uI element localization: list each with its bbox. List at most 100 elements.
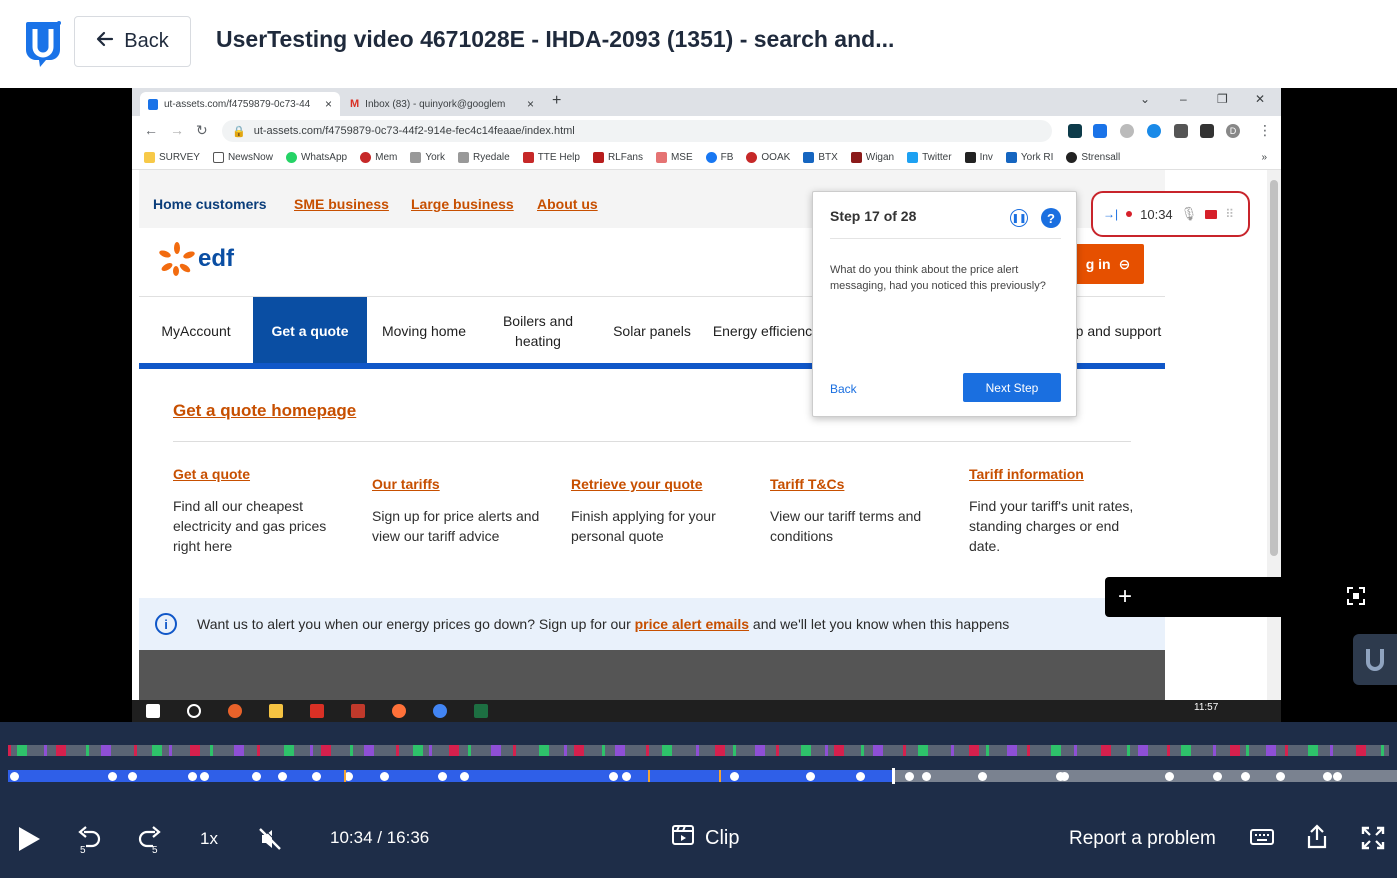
event-segment[interactable] [646,745,649,756]
note-marker[interactable] [10,772,19,781]
play-button[interactable] [16,825,42,853]
bookmark[interactable]: TTE Help [522,152,580,163]
segment-home-customers[interactable]: Home customers [153,196,267,212]
event-segment[interactable] [986,745,989,756]
event-segment[interactable] [918,745,928,756]
price-alert-link[interactable]: price alert emails [635,616,749,632]
browser-back-icon[interactable]: ← [144,122,158,138]
event-segment[interactable] [234,745,244,756]
close-tab-icon[interactable]: × [325,97,332,111]
event-segment[interactable] [574,745,584,756]
note-marker[interactable] [978,772,987,781]
note-marker[interactable] [380,772,389,781]
note-marker[interactable] [128,772,137,781]
event-segment[interactable] [169,745,172,756]
firefox-icon[interactable] [392,704,406,718]
event-segment[interactable] [101,745,111,756]
rewind-5-icon[interactable]: 5 [76,826,102,854]
event-segment[interactable] [449,745,459,756]
note-marker[interactable] [312,772,321,781]
app-icon[interactable] [351,704,365,718]
playback-speed-button[interactable]: 1x [200,829,218,849]
extension-icon[interactable] [1093,124,1107,138]
address-bar[interactable]: 🔒 ut-assets.com/f4759879-0c73-44f2-914e-… [222,120,1052,142]
event-segment[interactable] [602,745,605,756]
reload-icon[interactable]: ↻ [196,122,208,139]
usertesting-badge-icon[interactable] [1353,634,1397,685]
event-segment[interactable] [190,745,200,756]
bookmark[interactable]: MSE [655,152,693,163]
usertesting-logo-icon[interactable] [24,20,62,68]
event-segment[interactable] [152,745,162,756]
edf-logo[interactable]: edf [158,242,234,276]
segment-about-us[interactable]: About us [537,196,598,212]
event-segment[interactable] [834,745,844,756]
new-tab-icon[interactable]: + [552,92,561,110]
event-segment[interactable] [1381,745,1384,756]
bookmark[interactable]: York RI [1005,152,1053,163]
mute-icon[interactable] [257,826,283,852]
help-icon[interactable]: ? [1041,208,1061,228]
event-segment[interactable] [413,745,423,756]
event-segment[interactable] [1330,745,1333,756]
event-segment[interactable] [776,745,779,756]
close-window-icon[interactable]: ✕ [1255,92,1265,106]
bookmark[interactable]: BTX [803,152,838,163]
sidepanel-icon[interactable] [1200,124,1214,138]
minimize-icon[interactable]: – [1180,92,1187,106]
bookmark[interactable]: Inv [964,152,993,163]
note-marker[interactable] [905,772,914,781]
event-segment[interactable] [210,745,213,756]
highlight-marker[interactable] [719,770,721,782]
highlight-marker[interactable] [648,770,650,782]
extension-icon[interactable] [1068,124,1082,138]
excel-icon[interactable] [474,704,488,718]
browser-tab-active[interactable]: ut-assets.com/f4759879-0c73-44 × [140,92,340,116]
bookmark[interactable]: SURVEY [144,152,200,163]
share-icon[interactable] [1306,824,1328,850]
event-segment[interactable] [8,745,11,756]
event-segment[interactable] [539,745,549,756]
plus-icon[interactable]: + [1118,583,1132,611]
event-segment[interactable] [1213,745,1216,756]
event-segment[interactable] [1127,745,1130,756]
more-bookmarks-icon[interactable]: » [1261,152,1267,163]
file-explorer-icon[interactable] [269,704,283,718]
report-problem-button[interactable]: Report a problem [1069,828,1216,850]
tab-search-icon[interactable]: ⌄ [1140,92,1150,106]
highlight-marker[interactable] [344,770,346,782]
page-scrollbar[interactable] [1267,170,1281,722]
event-segment[interactable] [1356,745,1366,756]
event-segment[interactable] [134,745,137,756]
note-marker[interactable] [1060,772,1069,781]
note-marker[interactable] [730,772,739,781]
note-marker[interactable] [1241,772,1250,781]
note-marker[interactable] [200,772,209,781]
nav-moving-home[interactable]: Moving home [367,297,481,365]
expand-icon[interactable] [1345,585,1367,607]
event-segment[interactable] [662,745,672,756]
bookmark[interactable]: RLFans [592,152,643,163]
event-segment[interactable] [257,745,260,756]
column-heading-link[interactable]: Retrieve your quote [571,476,746,492]
event-segment[interactable] [1246,745,1249,756]
restore-icon[interactable]: ❐ [1217,92,1228,106]
event-segment[interactable] [1167,745,1170,756]
column-heading-link[interactable]: Tariff T&Cs [770,476,945,492]
next-step-button[interactable]: Next Step [963,373,1061,402]
back-button[interactable]: Back [74,16,191,67]
note-marker[interactable] [609,772,618,781]
bookmark[interactable]: York [410,152,445,163]
event-segment[interactable] [801,745,811,756]
extension-icon[interactable] [1147,124,1161,138]
bookmark[interactable]: Mem [360,152,397,163]
nav-myaccount[interactable]: MyAccount [139,297,253,365]
note-marker[interactable] [188,772,197,781]
event-segment[interactable] [1308,745,1318,756]
windows-start-icon[interactable] [146,704,160,718]
bookmark[interactable]: Twitter [907,152,952,163]
segment-sme-business[interactable]: SME business [294,196,389,212]
puzzle-icon[interactable] [1174,124,1188,138]
event-segment[interactable] [903,745,906,756]
event-segment[interactable] [1230,745,1240,756]
